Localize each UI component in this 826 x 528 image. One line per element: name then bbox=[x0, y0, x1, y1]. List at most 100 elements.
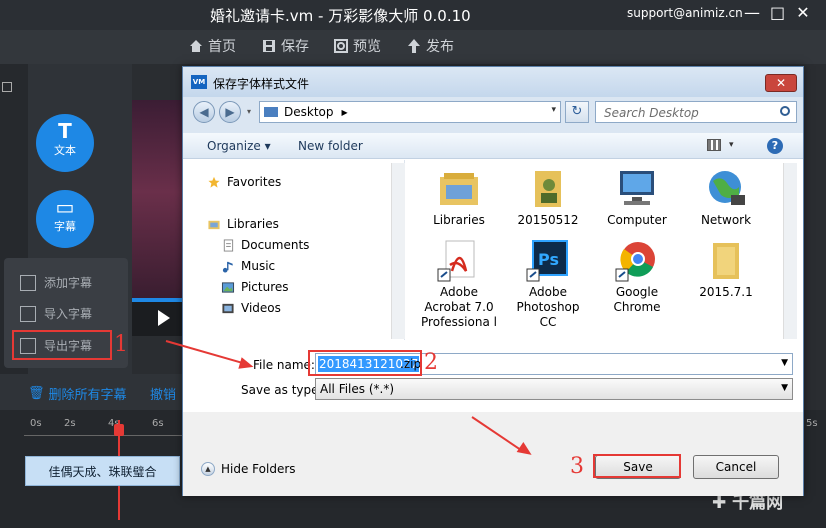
tree-item-music[interactable]: Music bbox=[221, 259, 275, 273]
address-dropdown-icon[interactable]: ▾ bbox=[551, 105, 556, 115]
file-label: Adobe Photoshop CC bbox=[516, 285, 580, 329]
step-3-label: 3 bbox=[570, 454, 584, 479]
tree-item-libraries[interactable]: Libraries bbox=[207, 217, 279, 231]
tree-item-videos[interactable]: Videos bbox=[221, 301, 281, 315]
tree-label: Music bbox=[241, 259, 276, 273]
favorites-star-icon bbox=[208, 176, 220, 188]
file-item-chrome[interactable]: Google Chrome bbox=[597, 239, 677, 315]
add-subtitle-label: 添加字幕 bbox=[44, 276, 93, 290]
app-titlebar: 婚礼邀请卡.vm - 万彩影像大师 0.0.10 support@animiz.… bbox=[0, 0, 826, 30]
pictures-icon bbox=[221, 281, 235, 293]
delete-all-label: 删除所有字幕 bbox=[48, 388, 127, 403]
breadcrumb-arrow-icon[interactable]: ▶ bbox=[342, 108, 348, 117]
back-icon[interactable]: ◀ bbox=[193, 101, 215, 123]
file-name-label: File name: bbox=[253, 358, 315, 372]
subtitle-clip[interactable]: 佳偶天成、珠联璧合 bbox=[25, 456, 180, 486]
file-label: 2015.7.1 bbox=[699, 285, 753, 299]
file-label: Network bbox=[700, 213, 752, 227]
tree-label: Pictures bbox=[241, 280, 289, 294]
add-subtitle-icon bbox=[20, 274, 36, 291]
hide-folders-button[interactable]: ▲ Hide Folders bbox=[201, 462, 296, 476]
chrome-shortcut-icon bbox=[615, 242, 655, 282]
documents-icon bbox=[223, 238, 234, 252]
ruler-tick: 5s bbox=[806, 418, 818, 429]
help-icon[interactable]: ? bbox=[767, 138, 783, 154]
refresh-icon[interactable]: ↻ bbox=[565, 101, 589, 123]
forward-icon[interactable]: ▶ bbox=[219, 101, 241, 123]
vm-app-icon: VM bbox=[191, 75, 207, 89]
file-item-network[interactable]: Network bbox=[686, 167, 766, 228]
toolbar-preview-label: 预览 bbox=[353, 39, 381, 55]
view-options-icon[interactable] bbox=[707, 139, 721, 151]
file-item-photoshop[interactable]: Ps Adobe Photoshop CC bbox=[508, 239, 588, 330]
dialog-titlebar: VM 保存字体样式文件 ✕ bbox=[183, 67, 803, 97]
file-item-folder[interactable]: 2015.7.1 bbox=[686, 239, 766, 300]
tree-label: Libraries bbox=[227, 217, 279, 231]
play-icon[interactable] bbox=[158, 310, 170, 326]
ruler-tick: 0s bbox=[30, 418, 42, 429]
file-list-scrollbar[interactable] bbox=[783, 163, 797, 339]
support-email[interactable]: support@animiz.cn bbox=[627, 6, 743, 20]
organize-menu[interactable]: Organize ▾ bbox=[207, 139, 271, 153]
publish-icon bbox=[408, 39, 420, 53]
step-2-label: 2 bbox=[424, 350, 438, 375]
recent-locations-chevron-icon[interactable]: ▾ bbox=[247, 107, 251, 116]
address-bar[interactable]: Desktop ▶ ▾ bbox=[259, 101, 561, 123]
playhead-handle[interactable] bbox=[114, 424, 124, 436]
network-icon bbox=[709, 171, 745, 205]
trash-icon: 🗑 bbox=[28, 386, 45, 401]
svg-text:Ps: Ps bbox=[538, 250, 559, 269]
ruler-tick: 2s bbox=[64, 418, 76, 429]
undo-button[interactable]: 撤销 bbox=[150, 384, 176, 403]
search-input[interactable]: Search Desktop bbox=[595, 101, 797, 123]
save-type-select[interactable]: All Files (*.*) ▼ bbox=[315, 378, 793, 400]
dialog-footer bbox=[183, 412, 803, 496]
navigation-scrollbar[interactable] bbox=[391, 163, 405, 339]
app-title: 婚礼邀请卡.vm - 万彩影像大师 0.0.10 bbox=[210, 7, 471, 25]
dialog-title: 保存字体样式文件 bbox=[213, 77, 310, 91]
file-label: Computer bbox=[607, 213, 667, 227]
tree-item-pictures[interactable]: Pictures bbox=[221, 280, 289, 294]
import-subtitle-label: 导入字幕 bbox=[44, 307, 93, 321]
file-item-computer[interactable]: Computer bbox=[597, 167, 677, 228]
save-type-dropdown-icon[interactable]: ▼ bbox=[781, 383, 788, 393]
file-name-dropdown-icon[interactable]: ▼ bbox=[781, 358, 788, 368]
text-tool-label: 文本 bbox=[54, 144, 76, 157]
chevron-up-icon: ▲ bbox=[201, 462, 215, 476]
copy-icon[interactable] bbox=[2, 82, 12, 92]
search-icon bbox=[780, 106, 790, 116]
subtitle-tool-label: 字幕 bbox=[54, 220, 76, 233]
tree-item-favorites[interactable]: Favorites bbox=[207, 175, 281, 189]
toolbar-home-button[interactable]: 首页 bbox=[188, 36, 236, 56]
tree-item-documents[interactable]: Documents bbox=[221, 238, 309, 252]
subtitle-tool-button[interactable]: ▭ 字幕 bbox=[36, 190, 94, 248]
save-type-value: All Files (*.*) bbox=[320, 382, 395, 396]
photoshop-shortcut-icon: Ps bbox=[526, 240, 568, 282]
text-tool-button[interactable]: T 文本 bbox=[36, 114, 94, 172]
toolbar-home-label: 首页 bbox=[208, 39, 236, 55]
file-item-user-folder[interactable]: 20150512 bbox=[508, 167, 588, 228]
delete-all-subtitles-button[interactable]: 🗑 删除所有字幕 bbox=[28, 384, 127, 403]
file-item-acrobat[interactable]: Adobe Acrobat 7.0 Professiona l bbox=[419, 239, 499, 330]
add-subtitle-item[interactable]: 添加字幕 bbox=[20, 274, 92, 291]
address-text: Desktop bbox=[284, 105, 334, 119]
toolbar-save-button[interactable]: 保存 bbox=[261, 36, 309, 56]
new-folder-button[interactable]: New folder bbox=[298, 139, 363, 153]
hide-folders-label: Hide Folders bbox=[221, 462, 296, 476]
view-dropdown-icon[interactable]: ▾ bbox=[729, 140, 734, 150]
minimize-icon[interactable]: — bbox=[744, 3, 760, 22]
import-subtitle-item[interactable]: 导入字幕 bbox=[20, 305, 92, 322]
save-icon bbox=[263, 40, 275, 52]
libraries-folder-icon bbox=[440, 173, 478, 205]
close-icon[interactable]: ✕ bbox=[796, 3, 810, 22]
desktop-icon bbox=[264, 107, 278, 117]
preview-icon bbox=[334, 39, 348, 53]
video-preview bbox=[132, 100, 182, 330]
cancel-button[interactable]: Cancel bbox=[693, 455, 779, 479]
toolbar-preview-button[interactable]: 预览 bbox=[333, 36, 381, 56]
maximize-icon[interactable]: □ bbox=[770, 3, 785, 22]
step-1-label: 1 bbox=[114, 332, 128, 357]
file-item-libraries[interactable]: Libraries bbox=[419, 167, 499, 228]
dialog-close-button[interactable]: ✕ bbox=[765, 74, 797, 92]
toolbar-publish-button[interactable]: 发布 bbox=[406, 36, 454, 56]
